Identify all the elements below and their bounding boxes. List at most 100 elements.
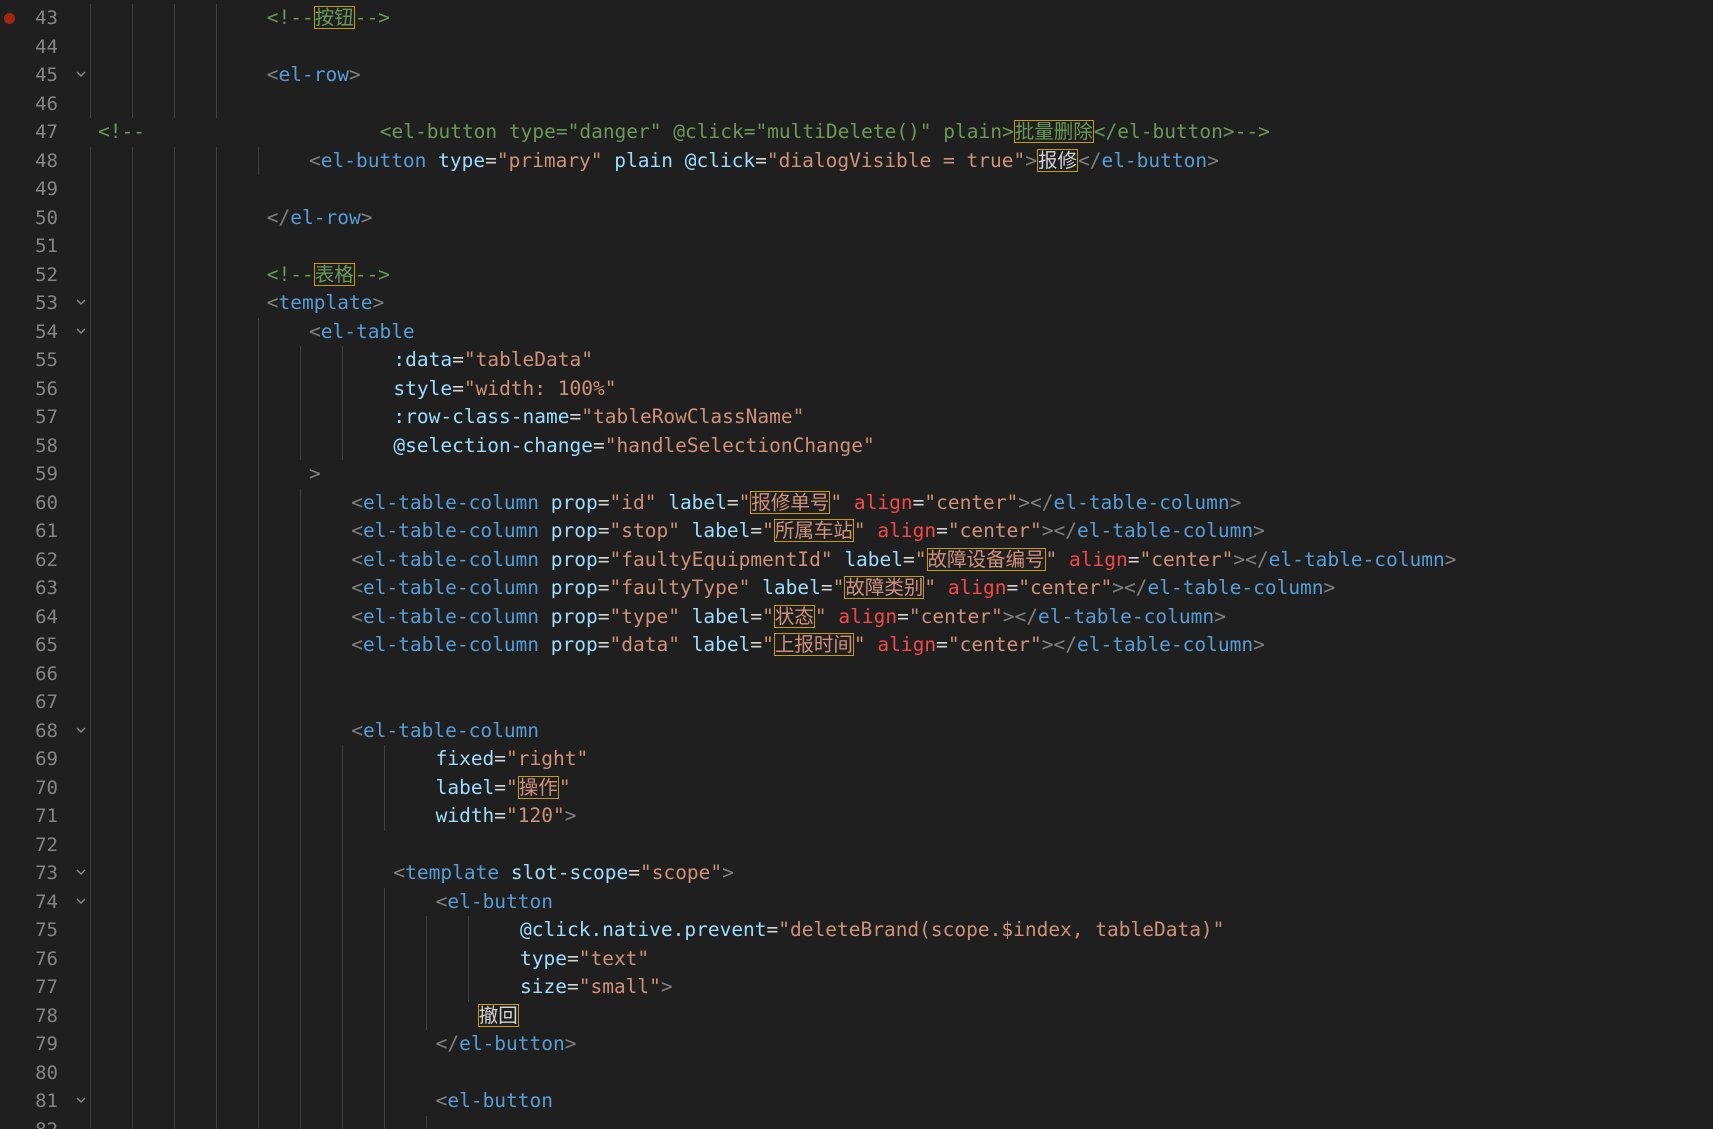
code-line[interactable]: 69 fixed="right"	[0, 745, 1713, 774]
code-token: align	[853, 490, 913, 514]
chevron-down-icon[interactable]	[74, 865, 88, 879]
chevron-down-icon[interactable]	[74, 1093, 88, 1107]
code-line[interactable]: 63 <el-table-column prop="faultyType" lab…	[0, 574, 1713, 603]
code-token: align	[877, 633, 937, 656]
line-number: 54	[35, 320, 58, 343]
code-line[interactable]: 70 label="操作"	[0, 773, 1713, 802]
code-line[interactable]: 49	[0, 175, 1713, 204]
code-token: >	[564, 804, 577, 827]
code-token: ></	[1041, 519, 1077, 542]
code-token: =	[903, 547, 915, 571]
chevron-down-icon[interactable]	[74, 894, 88, 908]
code-line[interactable]: 48 <el-button type="primary" plain @click…	[0, 146, 1713, 176]
unicode-highlight: 故障类别	[844, 576, 925, 599]
code-line[interactable]: 52 <!--表格-->	[0, 260, 1713, 289]
line-number: 50	[35, 206, 58, 229]
code-editor[interactable]: 43 <!--按钮--> 44 45 <el-row> 46 47 <!-- <el-butt…	[0, 0, 1713, 1129]
code-token: <	[351, 490, 363, 514]
code-text: type="text"	[520, 945, 649, 974]
code-line[interactable]: 43 <!--按钮-->	[0, 4, 1713, 33]
code-line[interactable]: 44	[0, 32, 1713, 61]
code-token: <	[393, 861, 406, 884]
chevron-down-icon[interactable]	[74, 723, 88, 737]
code-line[interactable]: 71 width="120">	[0, 802, 1713, 831]
code-text: <!-- <el-button type="danger" @click="mu…	[98, 118, 1270, 147]
code-line[interactable]: 74 <el-button	[0, 887, 1713, 916]
code-token: <	[266, 291, 279, 314]
code-line[interactable]: 47 <!-- <el-button type="danger" @click="…	[0, 118, 1713, 147]
code-token: >	[1025, 148, 1037, 172]
code-token: "	[762, 519, 774, 542]
code-line[interactable]: 64 <el-table-column prop="type" label="状态…	[0, 602, 1713, 631]
code-line[interactable]: 75 @click.native.prevent="deleteBrand(sco…	[0, 916, 1713, 945]
code-token: "center"	[947, 633, 1042, 656]
code-line[interactable]: 58 @selection-change="handleSelectionChan…	[0, 431, 1713, 461]
code-token: type	[438, 148, 486, 172]
code-line[interactable]: 72	[0, 830, 1713, 859]
chevron-down-icon[interactable]	[74, 324, 88, 338]
code-token: "faultyType"	[609, 576, 763, 599]
code-text: <el-button	[436, 1087, 553, 1116]
code-token: >	[1253, 633, 1265, 656]
code-token: prop	[550, 490, 598, 514]
chevron-down-icon[interactable]	[74, 67, 88, 81]
code-line[interactable]: 53 <template>	[0, 289, 1713, 318]
code-line[interactable]: 59 >	[0, 460, 1713, 489]
code-token: =	[566, 975, 579, 998]
code-line[interactable]: 77 size="small">	[0, 973, 1713, 1002]
code-line[interactable]: 50 </el-row>	[0, 203, 1713, 232]
code-line[interactable]: 51	[0, 232, 1713, 261]
code-token: =	[597, 519, 610, 542]
code-line[interactable]: 61 <el-table-column prop="stop" label="所属…	[0, 517, 1713, 546]
code-line[interactable]: 78 撤回	[0, 1001, 1713, 1030]
code-token: >	[1444, 547, 1457, 571]
code-line[interactable]: 68 <el-table-column	[0, 716, 1713, 745]
line-number: 47	[35, 121, 58, 143]
code-token: =	[820, 576, 833, 599]
code-line[interactable]: 54 <el-table	[0, 317, 1713, 346]
code-line[interactable]: 82	[0, 1115, 1713, 1129]
code-line[interactable]: 57:row-class-name="tableRowClassName"	[0, 403, 1713, 432]
code-line[interactable]: 55:data="tableData"	[0, 346, 1713, 375]
code-token: prop	[550, 519, 598, 542]
breakpoint-dot-icon[interactable]	[4, 13, 15, 24]
code-token: =	[936, 633, 948, 656]
code-line[interactable]: 81 <el-button	[0, 1087, 1713, 1116]
code-line[interactable]: 56 style="width: 100%"	[0, 374, 1713, 403]
line-number: 49	[35, 178, 58, 200]
code-text: <el-button type="primary" plain @click="…	[309, 147, 1219, 176]
code-line[interactable]: 62 <el-table-column prop="faultyEquipment…	[0, 545, 1713, 574]
code-token: el-table-column	[362, 633, 551, 656]
code-text: @selection-change="handleSelectionChange…	[393, 432, 874, 461]
code-line[interactable]: 45 <el-row>	[0, 61, 1713, 90]
code-token: "data"	[609, 633, 692, 656]
code-text: :row-class-name="tableRowClassName"	[393, 403, 804, 432]
code-line[interactable]: 67	[0, 688, 1713, 717]
code-token: label	[762, 576, 821, 599]
code-token: </el-button>-->	[1093, 120, 1270, 143]
code-token: >	[309, 462, 321, 485]
code-token: plain @click	[614, 148, 756, 172]
code-line[interactable]: 79 </el-button>	[0, 1030, 1713, 1059]
code-token: ></	[1041, 633, 1077, 656]
code-token: >	[1214, 604, 1226, 628]
line-number: 82	[0, 1116, 58, 1129]
line-number: 62	[35, 548, 58, 571]
chevron-down-icon[interactable]	[74, 295, 88, 309]
code-token: el-row	[290, 205, 361, 229]
code-line[interactable]: 46	[0, 89, 1713, 118]
code-token: size	[520, 975, 567, 998]
code-line[interactable]: 76 type="text"	[0, 944, 1713, 974]
code-token: ></	[1002, 604, 1038, 628]
code-text: fixed="right"	[436, 745, 589, 774]
code-line[interactable]: 73 <template slot-scope="scope">	[0, 859, 1713, 888]
code-line[interactable]: 60 <el-table-column prop="id" label="报修单号…	[0, 488, 1713, 517]
code-line[interactable]: 66	[0, 659, 1713, 688]
code-line[interactable]: 80	[0, 1058, 1713, 1087]
code-line[interactable]: 65 <el-table-column prop="data" label="上报…	[0, 631, 1713, 660]
code-token: "center"	[1139, 547, 1234, 571]
code-token: "tableData"	[463, 348, 593, 371]
code-token: "small"	[578, 975, 661, 998]
code-token: "center"	[908, 604, 1003, 628]
code-token: =	[597, 633, 610, 656]
